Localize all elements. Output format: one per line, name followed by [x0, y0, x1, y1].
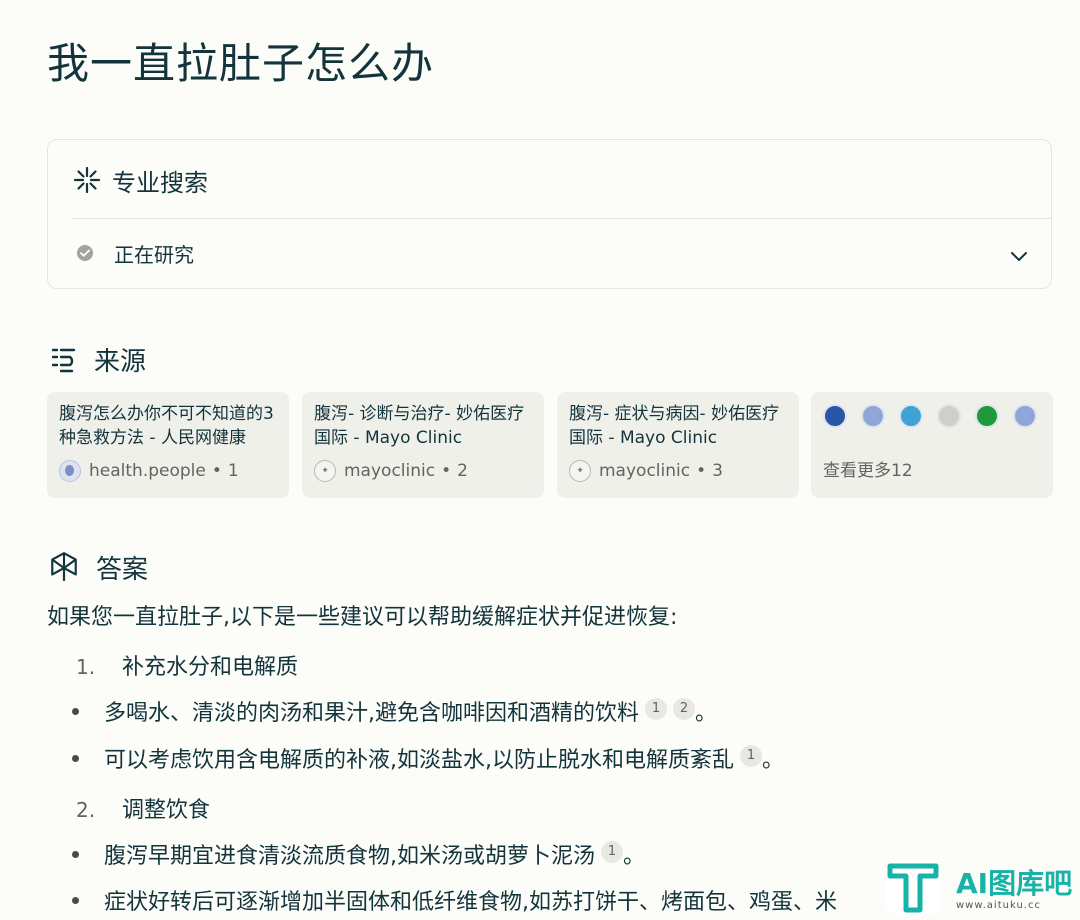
view-more-label: 查看更多12: [823, 461, 913, 481]
mayo-clinic-favicon-icon: ✚: [569, 460, 591, 482]
list-item-end: 。: [762, 748, 785, 773]
source-site: mayoclinic: [599, 461, 691, 481]
pro-search-label: 专业搜索: [112, 168, 208, 197]
mayo-clinic-favicon-icon: ✚: [314, 460, 336, 482]
watermark: AI图库吧 www.aituku.cc: [884, 858, 1080, 920]
sources-header: 来源: [50, 339, 146, 379]
research-status: 正在研究: [76, 238, 194, 268]
source-favicons: [823, 404, 1041, 428]
list-item-text: 症状好转后可逐渐增加半固体和低纤维食物,如苏打饼干、烤面包、鸡蛋、米: [104, 890, 837, 915]
answer-intro: 如果您一直拉肚子,以下是一些建议可以帮助缓解症状并促进恢复:: [47, 605, 678, 630]
list-item-end: 。: [623, 844, 646, 869]
aituku-logo-icon: [886, 860, 940, 914]
ordered-list-item: 1. 补充水分和电解质: [76, 650, 298, 685]
citation-badge[interactable]: 1: [645, 698, 667, 720]
list-number: 1.: [76, 655, 96, 679]
list-item-text: 多喝水、清淡的肉汤和果汁,避免含咖啡因和酒精的饮料: [104, 701, 639, 726]
watermark-brand: AI图库吧: [956, 867, 1073, 900]
source-index: 1: [227, 461, 239, 481]
separator-dot: •: [696, 461, 707, 481]
bullet: [72, 896, 79, 904]
source-title: 腹泻怎么办你不可不知道的3种急救方法 - 人民网健康: [59, 404, 274, 448]
separator-dot: •: [211, 461, 222, 481]
list-number: 2.: [76, 798, 96, 822]
globe-favicon-icon: [59, 460, 81, 482]
ordered-list-item: 2. 调整饮食: [76, 793, 210, 828]
list-item-text: 可以考虑饮用含电解质的补液,如淡盐水,以防止脱水和电解质紊乱: [104, 748, 734, 773]
source-favicon-icon: [975, 404, 999, 428]
source-title: 腹泻- 症状与病因- 妙佑医疗国际 - Mayo Clinic: [569, 404, 780, 448]
source-card[interactable]: 腹泻怎么办你不可不知道的3种急救方法 - 人民网健康 health.people…: [47, 392, 289, 498]
source-favicon-icon: [823, 404, 847, 428]
sources-icon: [51, 348, 76, 373]
answer-logo-icon: [51, 552, 77, 581]
watermark-url: www.aituku.cc: [956, 900, 1041, 911]
view-more-sources-card[interactable]: 查看更多12: [811, 392, 1053, 498]
separator-dot: •: [441, 461, 452, 481]
source-site: mayoclinic: [344, 461, 436, 481]
citation-badge[interactable]: 2: [673, 698, 695, 720]
citation-badge[interactable]: 1: [740, 745, 762, 767]
pro-search-header: 专业搜索: [72, 162, 208, 198]
source-title: 腹泻- 诊断与治疗- 妙佑医疗国际 - Mayo Clinic: [314, 404, 525, 448]
source-card[interactable]: 腹泻- 诊断与治疗- 妙佑医疗国际 - Mayo Clinic ✚ mayocl…: [302, 392, 544, 498]
source-card[interactable]: 腹泻- 症状与病因- 妙佑医疗国际 - Mayo Clinic ✚ mayocl…: [557, 392, 799, 498]
source-favicon-icon: [861, 404, 885, 428]
source-favicon-icon: [1013, 404, 1037, 428]
check-circle-icon: [77, 245, 93, 261]
bullet: [72, 707, 79, 715]
list-item: 多喝水、清淡的肉汤和果汁,避免含咖啡因和酒精的饮料 1 2。: [72, 697, 717, 731]
source-index: 3: [712, 461, 723, 481]
source-favicon-icon: [937, 404, 961, 428]
citation-badge[interactable]: 1: [601, 841, 623, 863]
page-title: 我一直拉肚子怎么办: [47, 39, 435, 88]
pro-search-panel: 专业搜索 正在研究: [47, 139, 1052, 289]
chevron-down-icon[interactable]: [1007, 244, 1031, 268]
list-item-title: 调整饮食: [122, 798, 211, 823]
divider: [72, 218, 1051, 219]
source-site: health.people: [89, 461, 206, 481]
bullet: [72, 850, 79, 858]
list-item-text: 腹泻早期宜进食清淡流质食物,如米汤或胡萝卜泥汤: [104, 844, 595, 869]
list-item-title: 补充水分和电解质: [122, 655, 299, 680]
bullet: [72, 754, 79, 762]
source-favicon-icon: [899, 404, 923, 428]
list-item: 腹泻早期宜进食清淡流质食物,如米汤或胡萝卜泥汤 1。: [72, 840, 645, 874]
answer-header: 答案: [48, 547, 148, 587]
pro-search-icon: [73, 166, 101, 194]
sources-heading: 来源: [94, 346, 147, 377]
answer-heading: 答案: [96, 554, 149, 585]
list-item: 症状好转后可逐渐增加半固体和低纤维食物,如苏打饼干、烤面包、鸡蛋、米: [72, 886, 837, 920]
list-item-end: 。: [695, 701, 718, 726]
research-status-label: 正在研究: [114, 242, 194, 267]
list-item: 可以考虑饮用含电解质的补液,如淡盐水,以防止脱水和电解质紊乱 1。: [72, 744, 784, 778]
source-index: 2: [457, 461, 468, 481]
